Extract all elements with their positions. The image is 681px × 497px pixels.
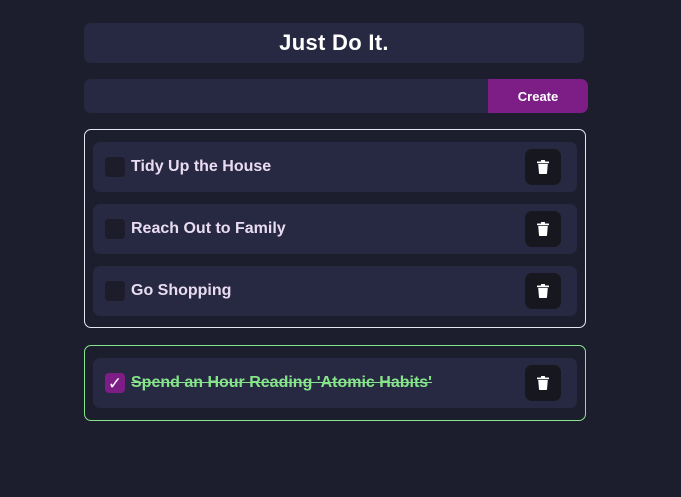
task-label: Go Shopping — [131, 282, 232, 299]
page-title: Just Do It. — [279, 30, 389, 55]
task-checkbox[interactable] — [105, 281, 125, 301]
create-task-row: Create — [84, 79, 588, 113]
create-button[interactable]: Create — [488, 79, 588, 113]
title-bar: Just Do It. — [84, 23, 584, 63]
trash-icon — [537, 376, 549, 390]
todo-app: Just Do It. Create Tidy Up the House Rea… — [0, 0, 681, 497]
new-task-input[interactable] — [84, 79, 488, 113]
trash-icon — [537, 284, 549, 298]
task-checkbox[interactable] — [105, 157, 125, 177]
trash-icon — [537, 222, 549, 236]
task-checkbox[interactable] — [105, 219, 125, 239]
task-label: Tidy Up the House — [131, 158, 272, 175]
task-item: Tidy Up the House — [93, 142, 577, 192]
task-item-completed: ✓ Spend an Hour Reading 'Atomic Habits' — [93, 358, 577, 408]
task-label: Reach Out to Family — [131, 220, 286, 237]
trash-icon — [537, 160, 549, 174]
delete-button[interactable] — [525, 365, 561, 401]
task-item: Go Shopping — [93, 266, 577, 316]
delete-button[interactable] — [525, 273, 561, 309]
task-label: Spend an Hour Reading 'Atomic Habits' — [131, 374, 432, 391]
task-checkbox-checked[interactable]: ✓ — [105, 373, 125, 393]
task-item: Reach Out to Family — [93, 204, 577, 254]
completed-task-list: ✓ Spend an Hour Reading 'Atomic Habits' — [84, 345, 586, 421]
delete-button[interactable] — [525, 211, 561, 247]
pending-task-list: Tidy Up the House Reach Out to Family Go… — [84, 129, 586, 328]
delete-button[interactable] — [525, 149, 561, 185]
